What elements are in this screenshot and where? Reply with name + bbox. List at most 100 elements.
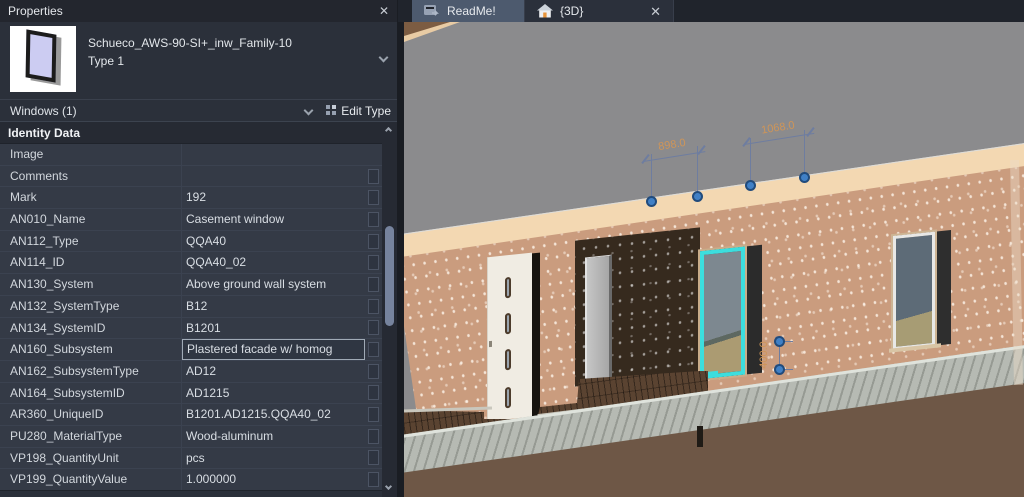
property-row[interactable]: VP199_QuantityValue 1.000000: [0, 469, 382, 491]
type-thumbnail: [10, 26, 76, 92]
grip-handle[interactable]: [774, 336, 785, 347]
vertical-scrollbar[interactable]: [382, 122, 397, 497]
property-value[interactable]: AD1215: [182, 383, 365, 404]
associate-parameter-button[interactable]: [365, 426, 382, 447]
associate-parameter-button[interactable]: [365, 231, 382, 252]
property-value[interactable]: AD12: [182, 361, 365, 382]
door-frame-shadow: [532, 253, 540, 420]
associate-parameter-button[interactable]: [365, 144, 382, 165]
tab-3d-label: {3D}: [560, 4, 583, 18]
property-value[interactable]: Plastered facade w/ homog: [182, 339, 365, 360]
associate-parameter-button[interactable]: [365, 339, 382, 360]
associate-parameter-button[interactable]: [365, 448, 382, 469]
property-name: AN132_SystemType: [0, 296, 182, 317]
scroll-down-icon[interactable]: [385, 483, 392, 490]
associate-parameter-button[interactable]: [365, 252, 382, 273]
panel-splitter[interactable]: [397, 0, 404, 497]
associate-parameter-button[interactable]: [365, 318, 382, 339]
property-name: VP198_QuantityUnit: [0, 448, 182, 469]
recess-door-gray[interactable]: [585, 255, 612, 384]
associate-parameter-button[interactable]: [365, 166, 382, 187]
property-row[interactable]: AR360_UniqueID B1201.AD1215.QQA40_02: [0, 404, 382, 426]
grip-handle[interactable]: [774, 364, 785, 375]
property-name: AN130_System: [0, 274, 182, 295]
property-row[interactable]: AN160_Subsystem Plastered facade w/ homo…: [0, 339, 382, 361]
scrollbar-thumb[interactable]: [385, 226, 394, 326]
entrance-door-white[interactable]: [487, 253, 532, 422]
property-name: Image: [0, 144, 182, 165]
category-filter-label[interactable]: Windows (1): [10, 104, 305, 118]
tab-readme-label: ReadMe!: [447, 4, 496, 18]
entrance-recess-wall[interactable]: [575, 227, 700, 386]
property-row[interactable]: Mark 192: [0, 187, 382, 209]
property-row[interactable]: AN164_SubsystemID AD1215: [0, 383, 382, 405]
property-row[interactable]: AN162_SubsystemType AD12: [0, 361, 382, 383]
property-row[interactable]: AN130_System Above ground wall system: [0, 274, 382, 296]
grip-handle[interactable]: [646, 196, 657, 207]
property-value[interactable]: pcs: [182, 448, 365, 469]
property-value[interactable]: QQA40: [182, 231, 365, 252]
property-name: Mark: [0, 187, 182, 208]
type-selector[interactable]: Schueco_AWS-90-SI+_inw_Family-10 Type 1: [0, 22, 397, 99]
right-window-glass: [893, 232, 935, 350]
associate-parameter-button[interactable]: [365, 383, 382, 404]
property-row[interactable]: AN134_SystemID B1201: [0, 318, 382, 340]
edit-type-button[interactable]: Edit Type: [326, 104, 391, 118]
3d-viewport[interactable]: 898.0 1068.0 400.0: [404, 22, 1024, 497]
property-row[interactable]: AN132_SystemType B12: [0, 296, 382, 318]
edit-type-grid-icon: [326, 105, 337, 116]
property-value[interactable]: Casement window: [182, 209, 365, 230]
property-value[interactable]: 192: [182, 187, 365, 208]
property-row[interactable]: Image: [0, 144, 382, 166]
type-name: Type 1: [88, 52, 373, 70]
property-name: AN162_SubsystemType: [0, 361, 182, 382]
property-row[interactable]: PU280_MaterialType Wood-aluminum: [0, 426, 382, 448]
scroll-up-icon[interactable]: [385, 127, 392, 134]
property-row[interactable]: AN010_Name Casement window: [0, 209, 382, 231]
property-row[interactable]: Comments: [0, 166, 382, 188]
family-name: Schueco_AWS-90-SI+_inw_Family-10: [88, 34, 373, 52]
grip-handle[interactable]: [692, 191, 703, 202]
property-row[interactable]: VP198_QuantityUnit pcs: [0, 448, 382, 470]
tab-3d[interactable]: {3D} ✕: [524, 0, 674, 22]
home-icon: [537, 4, 553, 18]
property-value[interactable]: [182, 166, 365, 187]
selected-window-glass: [700, 247, 745, 380]
property-name: AN010_Name: [0, 209, 182, 230]
corner-post: [697, 426, 703, 447]
property-value[interactable]: Wood-aluminum: [182, 426, 365, 447]
associate-parameter-button[interactable]: [365, 404, 382, 425]
property-row[interactable]: AN112_Type QQA40: [0, 231, 382, 253]
tab-readme[interactable]: ReadMe!: [412, 0, 524, 22]
property-value[interactable]: [182, 144, 365, 165]
close-icon[interactable]: ✕: [379, 5, 389, 17]
associate-parameter-button[interactable]: [365, 209, 382, 230]
property-value[interactable]: B12: [182, 296, 365, 317]
property-value[interactable]: B1201.AD1215.QQA40_02: [182, 404, 365, 425]
dimension-400-label[interactable]: 400.0: [758, 334, 770, 376]
associate-parameter-button[interactable]: [365, 296, 382, 317]
grip-handle[interactable]: [745, 180, 756, 191]
property-row[interactable]: AN114_ID QQA40_02: [0, 252, 382, 274]
filter-chevron-icon[interactable]: [304, 106, 314, 116]
type-dropdown-icon[interactable]: [379, 53, 389, 63]
property-name: AR360_UniqueID: [0, 404, 182, 425]
property-name: Comments: [0, 166, 182, 187]
associate-parameter-button[interactable]: [365, 469, 382, 490]
property-value[interactable]: 1.000000: [182, 469, 365, 490]
property-value[interactable]: Above ground wall system: [182, 274, 365, 295]
door-handle: [489, 341, 492, 347]
associate-parameter-button[interactable]: [365, 187, 382, 208]
grip-handle[interactable]: [799, 172, 810, 183]
associate-parameter-button[interactable]: [365, 274, 382, 295]
associate-parameter-button[interactable]: [365, 361, 382, 382]
property-value[interactable]: B1201: [182, 318, 365, 339]
tab-close-icon[interactable]: ✕: [650, 5, 661, 18]
section-header[interactable]: Identity Data: [0, 122, 382, 144]
revit-window: Properties ✕ Schueco_AWS-90-SI+_inw_Fami…: [0, 0, 1024, 497]
selected-casement-window[interactable]: [700, 245, 762, 380]
property-value[interactable]: QQA40_02: [182, 252, 365, 273]
property-name: VP199_QuantityValue: [0, 469, 182, 490]
property-name: AN112_Type: [0, 231, 182, 252]
right-window[interactable]: [893, 230, 951, 350]
